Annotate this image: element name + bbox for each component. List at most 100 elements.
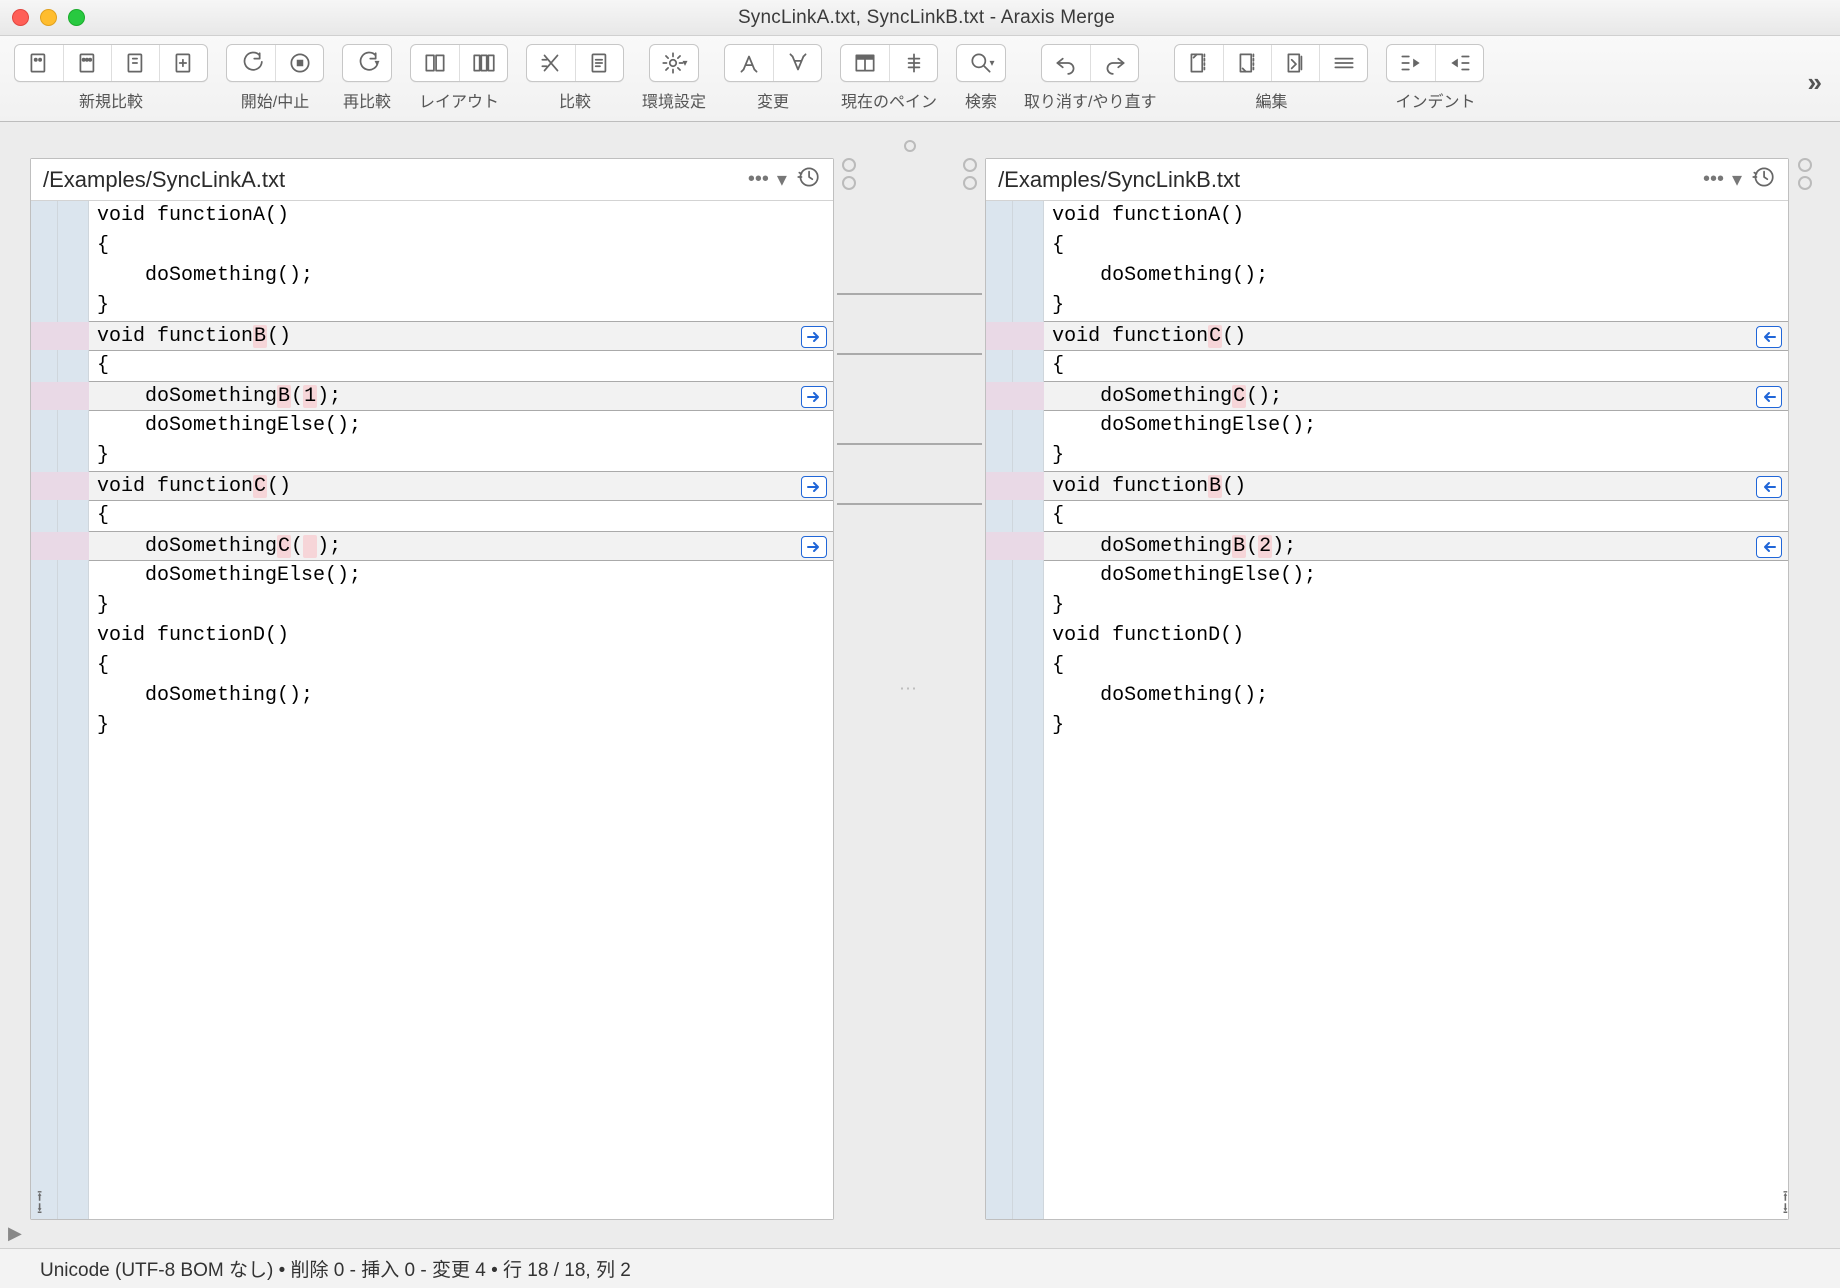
code-line[interactable]: } bbox=[89, 711, 833, 741]
merge-right-button[interactable] bbox=[801, 326, 827, 348]
code-line[interactable]: doSomething(); bbox=[1044, 681, 1788, 711]
code-line[interactable]: { bbox=[89, 501, 833, 531]
save-pane-icon[interactable] bbox=[841, 45, 889, 81]
code-line[interactable]: doSomethingB(2); bbox=[1044, 531, 1788, 561]
ring-icon[interactable] bbox=[842, 158, 856, 172]
align-center-icon[interactable] bbox=[889, 45, 937, 81]
new-2way-icon[interactable] bbox=[15, 45, 63, 81]
code-line[interactable]: doSomethingB(1); bbox=[89, 381, 833, 411]
toolbar-overflow-icon[interactable]: » bbox=[1808, 67, 1826, 98]
right-nav-arrows[interactable]: ⭱⭳ bbox=[1783, 1191, 1788, 1215]
left-path[interactable]: /Examples/SyncLinkA.txt bbox=[43, 167, 748, 193]
ring-icon[interactable] bbox=[1798, 158, 1812, 172]
chevron-down-icon[interactable]: ▾ bbox=[777, 167, 787, 192]
play-icon[interactable]: ▶ bbox=[8, 1223, 22, 1244]
merge-left-button[interactable] bbox=[1756, 536, 1782, 558]
code-line[interactable]: void functionD() bbox=[89, 621, 833, 651]
code-line[interactable]: { bbox=[89, 351, 833, 381]
history-icon[interactable] bbox=[795, 164, 821, 196]
ring-icon[interactable] bbox=[963, 176, 977, 190]
code-line[interactable]: doSomethingC( ); bbox=[89, 531, 833, 561]
layout-3col-icon[interactable] bbox=[459, 45, 507, 81]
code-line[interactable]: { bbox=[1044, 651, 1788, 681]
code-line[interactable]: void functionB() bbox=[1044, 471, 1788, 501]
code-line[interactable]: void functionC() bbox=[1044, 321, 1788, 351]
code-line[interactable]: } bbox=[1044, 591, 1788, 621]
edit-c-icon[interactable] bbox=[1271, 45, 1319, 81]
merge-right-button[interactable] bbox=[801, 386, 827, 408]
code-line[interactable]: } bbox=[89, 291, 833, 321]
zoom-icon[interactable] bbox=[68, 9, 85, 26]
toolbar-group: 現在のペイン bbox=[840, 44, 938, 112]
toolbar-group-label: 再比較 bbox=[343, 88, 391, 112]
history-icon[interactable] bbox=[1750, 164, 1776, 196]
prev-change-icon[interactable] bbox=[725, 45, 773, 81]
new-3way-icon[interactable] bbox=[63, 45, 111, 81]
code-line[interactable]: doSomethingC(); bbox=[1044, 381, 1788, 411]
code-line[interactable]: } bbox=[1044, 441, 1788, 471]
indent-icon[interactable] bbox=[1435, 45, 1483, 81]
code-line[interactable]: void functionA() bbox=[1044, 201, 1788, 231]
code-line[interactable]: doSomething(); bbox=[1044, 261, 1788, 291]
code-line[interactable]: doSomethingElse(); bbox=[1044, 561, 1788, 591]
settings-icon[interactable]: ▾ bbox=[650, 45, 698, 81]
close-icon[interactable] bbox=[12, 9, 29, 26]
edit-lines-icon[interactable] bbox=[1319, 45, 1367, 81]
code-line[interactable]: } bbox=[1044, 711, 1788, 741]
ring-icon[interactable] bbox=[963, 158, 977, 172]
edit-b-icon[interactable] bbox=[1223, 45, 1271, 81]
toolbar-group: ▾環境設定 bbox=[642, 44, 706, 112]
code-line[interactable]: doSomethingElse(); bbox=[89, 561, 833, 591]
code-line[interactable]: { bbox=[89, 651, 833, 681]
code-line[interactable]: void functionC() bbox=[89, 471, 833, 501]
code-line[interactable]: } bbox=[89, 591, 833, 621]
code-line[interactable]: { bbox=[89, 231, 833, 261]
merge-left-button[interactable] bbox=[1756, 476, 1782, 498]
code-line[interactable]: doSomethingElse(); bbox=[89, 411, 833, 441]
code-line[interactable]: doSomething(); bbox=[89, 681, 833, 711]
chevron-down-icon[interactable]: ▾ bbox=[1732, 167, 1742, 192]
merge-right-button[interactable] bbox=[801, 476, 827, 498]
edit-a-icon[interactable] bbox=[1175, 45, 1223, 81]
code-line[interactable]: { bbox=[1044, 351, 1788, 381]
left-pane: /Examples/SyncLinkA.txt ••• ▾ void funct… bbox=[30, 158, 834, 1220]
redo-icon[interactable] bbox=[1090, 45, 1138, 81]
recompare-icon[interactable]: ▾ bbox=[343, 45, 391, 81]
code-line[interactable]: } bbox=[1044, 291, 1788, 321]
right-editor[interactable]: void functionA(){ doSomething();}void fu… bbox=[986, 201, 1788, 1219]
code-line[interactable]: { bbox=[1044, 501, 1788, 531]
right-path[interactable]: /Examples/SyncLinkB.txt bbox=[998, 167, 1703, 193]
minimize-icon[interactable] bbox=[40, 9, 57, 26]
pane-divider-handle-icon[interactable] bbox=[904, 140, 916, 152]
workspace: /Examples/SyncLinkA.txt ••• ▾ void funct… bbox=[0, 122, 1840, 1248]
path-more-icon[interactable]: ••• bbox=[1703, 168, 1724, 191]
sigma-icon[interactable] bbox=[527, 45, 575, 81]
merge-left-button[interactable] bbox=[1756, 386, 1782, 408]
ring-icon[interactable] bbox=[1798, 176, 1812, 190]
left-nav-arrows[interactable]: ⭱⭳ bbox=[37, 1191, 42, 1215]
code-line[interactable]: doSomethingElse(); bbox=[1044, 411, 1788, 441]
path-more-icon[interactable]: ••• bbox=[748, 168, 769, 191]
code-line[interactable]: void functionD() bbox=[1044, 621, 1788, 651]
stop-icon[interactable] bbox=[275, 45, 323, 81]
merge-left-button[interactable] bbox=[1756, 326, 1782, 348]
ring-icon[interactable] bbox=[842, 176, 856, 190]
code-line[interactable]: } bbox=[89, 441, 833, 471]
next-change-icon[interactable] bbox=[773, 45, 821, 81]
layout-2col-icon[interactable] bbox=[411, 45, 459, 81]
start-icon[interactable] bbox=[227, 45, 275, 81]
code-line[interactable]: { bbox=[1044, 231, 1788, 261]
new-compare-icon[interactable] bbox=[159, 45, 207, 81]
code-line[interactable]: void functionB() bbox=[89, 321, 833, 351]
merge-right-button[interactable] bbox=[801, 536, 827, 558]
report-icon[interactable] bbox=[575, 45, 623, 81]
right-gutter bbox=[986, 201, 1044, 1219]
outdent-icon[interactable] bbox=[1387, 45, 1435, 81]
search-icon[interactable]: ▾ bbox=[957, 45, 1005, 81]
new-folder-compare-icon[interactable] bbox=[111, 45, 159, 81]
left-editor[interactable]: void functionA(){ doSomething();}void fu… bbox=[31, 201, 833, 1219]
undo-icon[interactable] bbox=[1042, 45, 1090, 81]
code-line[interactable]: void functionA() bbox=[89, 201, 833, 231]
grip-icon[interactable]: ⋯ bbox=[899, 679, 920, 700]
code-line[interactable]: doSomething(); bbox=[89, 261, 833, 291]
